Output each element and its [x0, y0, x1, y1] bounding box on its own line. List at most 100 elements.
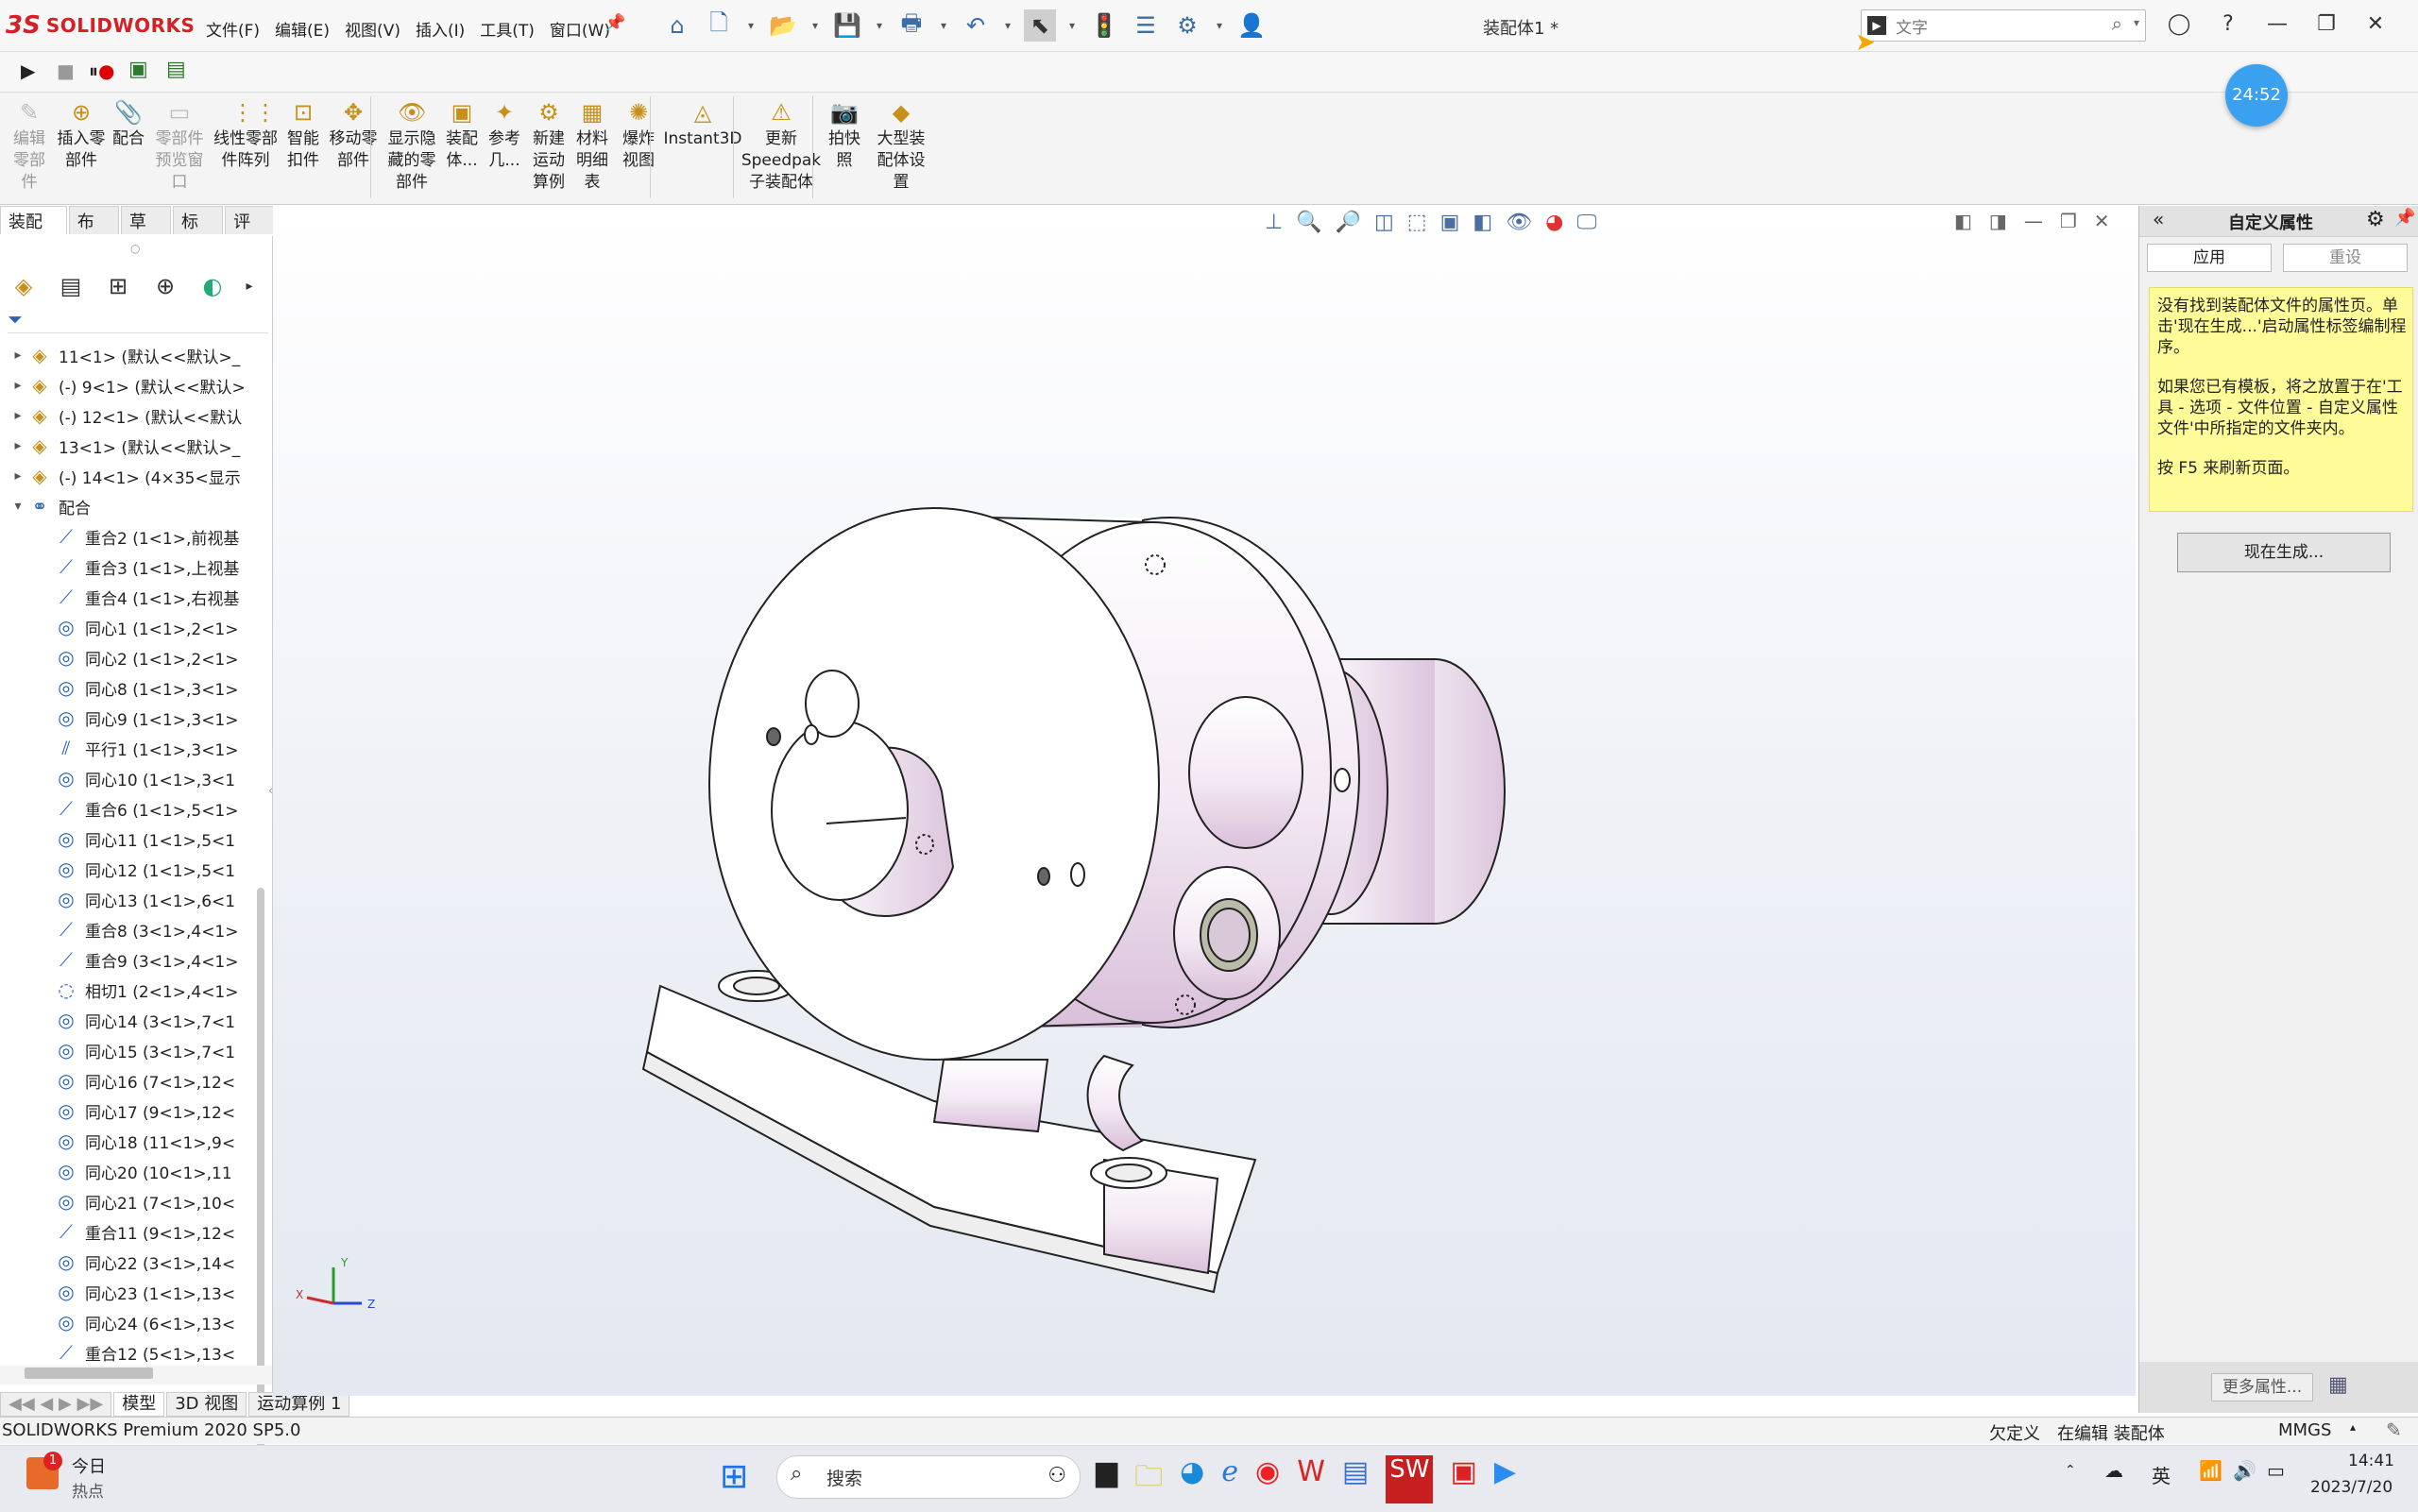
command-tab[interactable]: 评估 — [225, 206, 276, 257]
menu-item[interactable]: 视图(V) — [337, 13, 408, 44]
chevron-down-icon[interactable]: ▾ — [1065, 9, 1079, 42]
chevron-down-icon[interactable]: ▾ — [809, 9, 822, 42]
rebuild-traffic-light-icon[interactable]: 🚦 — [1088, 9, 1120, 42]
property-manager-icon[interactable]: ▤ — [53, 270, 89, 302]
tree-mate-row[interactable]: ⟋ 重合4 (1<1>,右视基 — [0, 582, 255, 612]
filter-icon[interactable]: ⏷ — [8, 308, 23, 331]
netease-music-icon[interactable]: ◉ — [1255, 1455, 1280, 1504]
options-gear-icon[interactable]: ⚙ — [1171, 9, 1203, 42]
open-folder-icon[interactable]: 📂 — [767, 9, 799, 42]
tree-mate-row[interactable]: ◎ 同心15 (3<1>,7<1 — [0, 1035, 255, 1065]
input-language[interactable]: 英 — [2152, 1461, 2171, 1488]
properties-config-icon[interactable]: ▦ — [2328, 1373, 2348, 1397]
tree-mate-row[interactable]: ⟋ 重合2 (1<1>,前视基 — [0, 521, 255, 552]
ribbon-button[interactable]: ⋮⋮ 线性零部 件阵列 — [204, 98, 287, 172]
chevron-down-icon[interactable]: ▾ — [873, 9, 886, 42]
record-macro-icon[interactable]: ⏸● — [89, 59, 114, 82]
unit-system[interactable]: MMGS — [2278, 1420, 2331, 1440]
dimxpert-manager-icon[interactable]: ⊕ — [147, 270, 183, 302]
clock-date[interactable]: 2023/7/20 — [2310, 1478, 2392, 1497]
chevron-down-icon[interactable]: ▾ — [1001, 9, 1014, 42]
tree-mate-row[interactable]: ⟋ 重合8 (3<1>,4<1> — [0, 914, 255, 944]
tree-mate-row[interactable]: ◎ 同心24 (6<1>,13< — [0, 1307, 255, 1337]
chevron-right-icon[interactable]: ▸ — [242, 270, 257, 302]
tree-mate-row[interactable]: ◎ 同心8 (1<1>,3<1> — [0, 672, 255, 703]
edit-macro-icon[interactable]: ▤ — [166, 58, 186, 81]
undo-icon[interactable]: ↶ — [960, 9, 992, 42]
command-tab[interactable]: 布局 — [68, 206, 119, 257]
home-icon[interactable]: ⌂ — [661, 9, 693, 42]
tree-mate-row[interactable]: ◎ 同心18 (11<1>,9< — [0, 1126, 255, 1156]
tree-mate-row[interactable]: ◎ 同心11 (1<1>,5<1 — [0, 824, 255, 854]
chevron-up-icon[interactable]: ▴ — [2350, 1420, 2356, 1434]
tree-component-row[interactable]: ▸ ◈ 13<1> (默认<<默认>_ — [0, 431, 255, 461]
ie-browser-icon[interactable]: ℯ — [1221, 1455, 1238, 1504]
customize-status-icon[interactable]: ✎ — [2386, 1419, 2402, 1441]
panel-grip-icon[interactable]: ○ — [130, 242, 140, 255]
configuration-manager-icon[interactable]: ⊞ — [100, 270, 136, 302]
display-manager-icon[interactable]: ◐ — [195, 270, 230, 302]
volume-icon[interactable]: 🔊 — [2233, 1459, 2256, 1482]
graphics-area[interactable]: ⊥ 🔍 🔎 ◫ ⬚ ▣ ◧ 👁 ◕ 🖵 ◧ ◨ — ❐ ✕ Y Z X — [273, 206, 2404, 1396]
solidworks-logo[interactable]: 3S SOLIDWORKS — [6, 9, 195, 42]
ribbon-button[interactable]: ✎ 编辑 零部 件 — [4, 98, 55, 194]
menu-item[interactable]: 编辑(E) — [267, 13, 337, 44]
windows-start-icon[interactable]: ⊞ — [720, 1457, 748, 1496]
collapse-panel-icon[interactable]: « — [2153, 208, 2164, 230]
tab-nav-arrows-icon[interactable]: ◀◀ ◀ ▶ ▶▶ — [0, 1392, 112, 1417]
tree-mate-row[interactable]: ◎ 同心12 (1<1>,5<1 — [0, 854, 255, 884]
chevron-right-icon[interactable]: ▸ — [9, 468, 26, 484]
command-tab[interactable]: 标注 — [172, 206, 224, 257]
stop-macro-icon[interactable]: ■ — [57, 59, 75, 82]
tree-mate-row[interactable]: ⫽ 平行1 (1<1>,3<1> — [0, 733, 255, 763]
tree-mate-row[interactable]: ◎ 同心22 (3<1>,14< — [0, 1247, 255, 1277]
task-view-icon[interactable]: ▆ — [1096, 1455, 1117, 1504]
tree-mate-row[interactable]: ◎ 同心21 (7<1>,10< — [0, 1186, 255, 1216]
bottom-tab[interactable]: 模型 — [113, 1392, 165, 1417]
menu-item[interactable]: 文件(F) — [198, 13, 267, 44]
chevron-down-icon[interactable]: ▾ — [744, 9, 758, 42]
restore-icon[interactable]: ❐ — [2310, 8, 2342, 40]
tree-component-row[interactable]: ▸ ◈ (-) 14<1> (4×35<显示 — [0, 461, 255, 491]
tree-horizontal-scrollbar[interactable] — [25, 1368, 153, 1379]
search-icon[interactable]: ⌕ — [2112, 12, 2122, 35]
tree-folder-row[interactable]: ▾ ⚭ 配合 — [0, 491, 255, 521]
notepad-icon[interactable]: ▤ — [1342, 1455, 1369, 1504]
clock-time[interactable]: 14:41 — [2348, 1452, 2394, 1470]
solidworks-app-icon[interactable]: SW — [1386, 1455, 1434, 1504]
chevron-right-icon[interactable]: ▸ — [9, 378, 26, 393]
tree-mate-row[interactable]: ◎ 同心2 (1<1>,2<1> — [0, 642, 255, 672]
generate-now-button[interactable]: 现在生成... — [2177, 533, 2391, 572]
pin-icon[interactable]: 📌 — [2394, 208, 2415, 228]
tree-mate-row[interactable]: ◎ 同心23 (1<1>,13< — [0, 1277, 255, 1307]
tree-mate-row[interactable]: ◎ 同心1 (1<1>,2<1> — [0, 612, 255, 642]
menu-item[interactable]: 工具(T) — [472, 13, 542, 44]
chevron-up-icon[interactable]: ⌃ — [2065, 1463, 2076, 1478]
red-app-icon[interactable]: ▣ — [1450, 1455, 1476, 1504]
chevron-right-icon[interactable]: ▸ — [9, 408, 26, 423]
filter-bar[interactable]: ⏷ — [8, 308, 268, 333]
wifi-icon[interactable]: 📶 — [2199, 1459, 2222, 1482]
recording-timer-badge[interactable]: 24:52 — [2225, 64, 2288, 127]
menu-item[interactable]: 插入(I) — [408, 13, 472, 44]
command-tab[interactable]: 草图 — [120, 206, 171, 257]
tree-mate-row[interactable]: ⟋ 重合3 (1<1>,上视基 — [0, 552, 255, 582]
new-macro-icon[interactable]: ▣ — [128, 58, 148, 81]
tree-mate-row[interactable]: ◎ 同心9 (1<1>,3<1> — [0, 703, 255, 733]
tree-mate-row[interactable]: ◎ 同心10 (1<1>,3<1 — [0, 763, 255, 793]
tree-component-row[interactable]: ▸ ◈ (-) 9<1> (默认<<默认> — [0, 370, 255, 400]
battery-icon[interactable]: ▭ — [2267, 1459, 2285, 1482]
bottom-tab[interactable]: 3D 视图 — [166, 1392, 247, 1417]
apply-button[interactable]: 应用 — [2147, 244, 2272, 272]
reset-button[interactable]: 重设 — [2283, 244, 2408, 272]
widget-title[interactable]: 今日 — [72, 1453, 106, 1478]
chevron-right-icon[interactable]: ▸ — [9, 348, 26, 363]
tree-mate-row[interactable]: ◎ 同心17 (9<1>,12< — [0, 1096, 255, 1126]
login-user-icon[interactable]: 👤 — [1235, 9, 1268, 42]
minimize-icon[interactable]: — — [2261, 8, 2293, 40]
tree-component-row[interactable]: ▸ ◈ 11<1> (默认<<默认>_ — [0, 340, 255, 370]
tree-mate-row[interactable]: ◎ 同心16 (7<1>,12< — [0, 1065, 255, 1096]
search-box[interactable]: ▶ 文字 ⌕ ▾ — [1861, 9, 2146, 42]
tree-mate-row[interactable]: ◎ 同心13 (1<1>,6<1 — [0, 884, 255, 914]
close-icon[interactable]: ✕ — [2359, 8, 2392, 40]
